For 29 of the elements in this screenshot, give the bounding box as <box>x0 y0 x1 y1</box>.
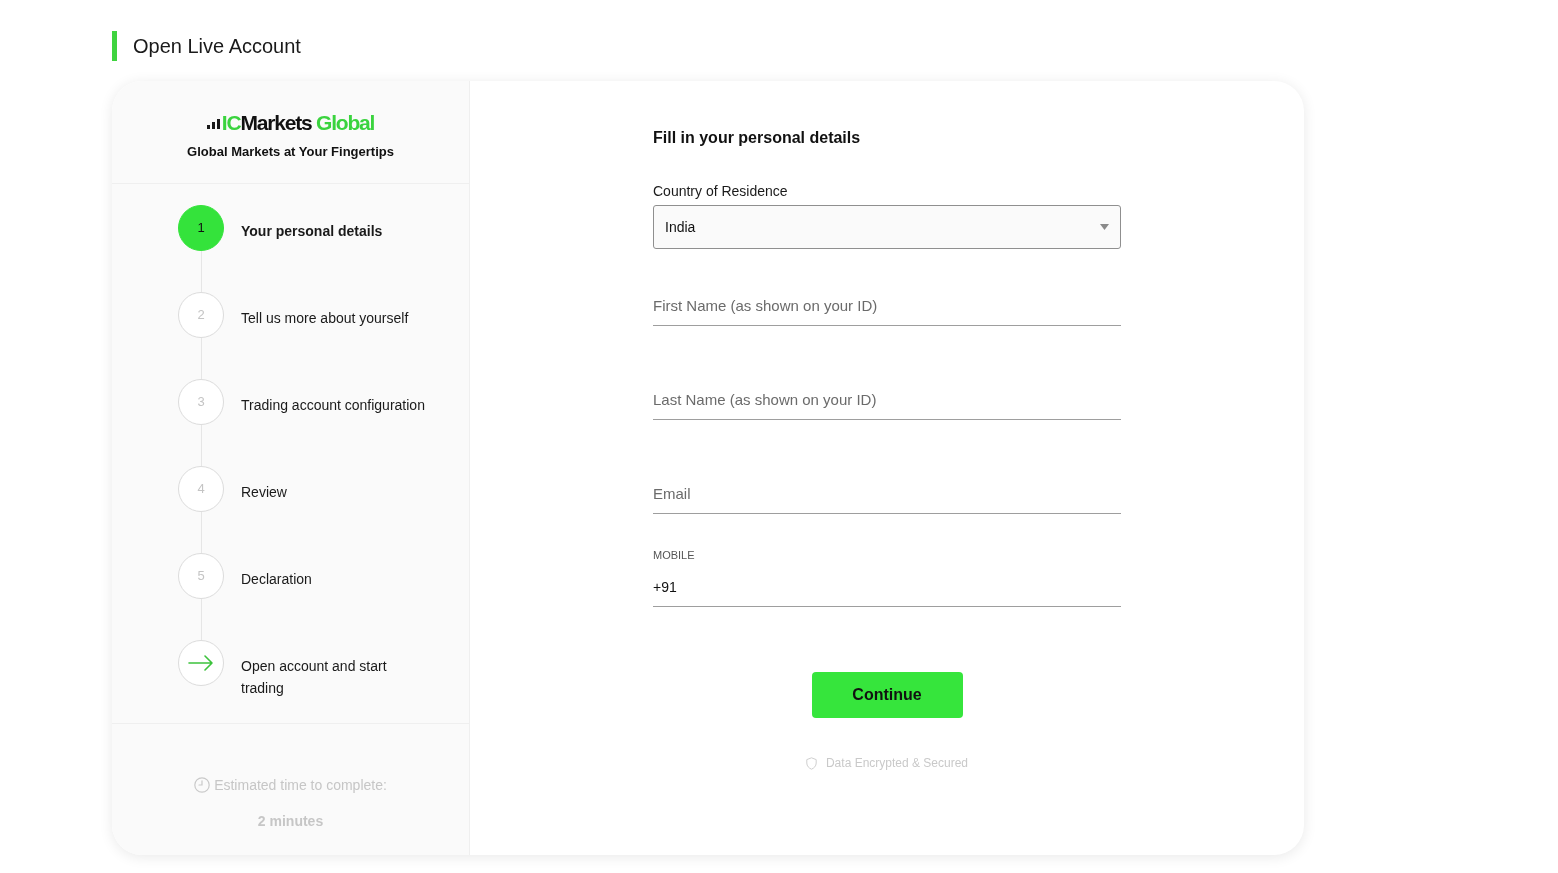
arrow-right-icon <box>188 655 214 671</box>
tagline: Global Markets at Your Fingertips <box>187 143 394 161</box>
text-field[interactable]: First Name (as shown on your ID) <box>653 286 1121 326</box>
text-field[interactable]: Email <box>653 474 1121 514</box>
bar-chart-icon <box>206 117 221 129</box>
clock-icon <box>194 777 211 793</box>
step-label: Trading account configuration <box>241 396 426 415</box>
step-label: Your personal details <box>241 222 384 241</box>
text-field[interactable]: Last Name (as shown on your ID) <box>653 380 1121 420</box>
step-label: Tell us more about yourself <box>241 309 410 328</box>
phone-field[interactable]: +91 <box>653 567 1121 607</box>
field-label: MOBILE <box>653 548 695 563</box>
caret-down-icon <box>1100 224 1109 230</box>
shield-icon <box>805 756 817 770</box>
country-select[interactable]: India <box>653 205 1121 249</box>
form-heading: Fill in your personal details <box>653 128 861 148</box>
step-indicator: 1 <box>178 205 224 251</box>
field-label: Country of Residence <box>653 182 788 201</box>
step-label: Review <box>241 483 288 502</box>
step-indicator: 2 <box>178 292 224 338</box>
step-indicator: 5 <box>178 553 224 599</box>
step-indicator: 3 <box>178 379 224 425</box>
step-label: Open account and start trading <box>241 657 388 698</box>
brand-logo-text: ICMarkets Global <box>221 111 375 135</box>
continue-button[interactable]: Continue <box>811 672 963 718</box>
step-indicator: 4 <box>178 466 224 512</box>
page-title: Open Live Account <box>133 34 301 59</box>
accent-bar <box>112 31 117 61</box>
step-label: Declaration <box>241 570 313 589</box>
